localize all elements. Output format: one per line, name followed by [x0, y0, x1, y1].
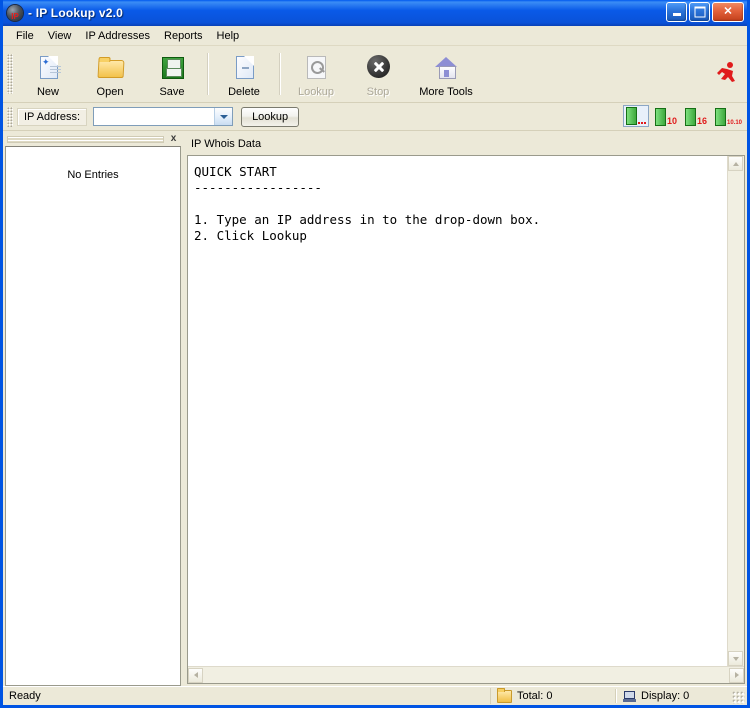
- status-total-label: Total: 0: [517, 690, 553, 702]
- close-icon[interactable]: x: [168, 134, 179, 145]
- globe-ip-icon: IP: [7, 5, 23, 21]
- scroll-down-button[interactable]: [728, 651, 743, 666]
- status-total: Total: 0: [491, 687, 615, 704]
- menu-item-ip-addresses[interactable]: IP Addresses: [78, 28, 157, 44]
- stop-circle-icon: [363, 54, 393, 82]
- stop-button-label: Stop: [366, 86, 390, 98]
- chevron-down-icon[interactable]: [214, 108, 233, 125]
- more-tools-button-label: More Tools: [419, 86, 473, 98]
- lookup-toolbar-button-label: Lookup: [297, 86, 335, 98]
- scroll-left-button[interactable]: [188, 667, 203, 683]
- status-display: Display: 0: [617, 688, 747, 704]
- address-toolbar: IP Address: Lookup 10 16 10.10: [3, 103, 747, 131]
- stop-button[interactable]: Stop: [347, 49, 409, 99]
- delete-button-label: Delete: [228, 86, 260, 98]
- close-button[interactable]: ✕: [712, 2, 744, 22]
- entries-empty-text: No Entries: [67, 169, 119, 181]
- open-button[interactable]: Open: [79, 49, 141, 99]
- open-folder-icon: [95, 54, 125, 82]
- house-icon: [431, 54, 461, 82]
- red-running-man-icon[interactable]: [713, 60, 741, 86]
- ip-address-combobox[interactable]: [93, 107, 234, 126]
- new-document-icon: ✦: [33, 54, 63, 82]
- content-area: x No Entries IP Whois Data QUICK START -…: [3, 131, 747, 686]
- bar-10-icon[interactable]: 10: [653, 105, 679, 127]
- entries-pane: x No Entries: [5, 133, 181, 686]
- save-button-label: Save: [159, 86, 185, 98]
- save-button[interactable]: Save: [141, 49, 203, 99]
- open-button-label: Open: [96, 86, 124, 98]
- status-message: Ready: [3, 688, 491, 704]
- new-button-label: New: [36, 86, 59, 98]
- toolbar-grip[interactable]: [7, 54, 13, 94]
- whois-pane-title: IP Whois Data: [191, 138, 262, 150]
- new-button[interactable]: ✦ New: [17, 49, 79, 99]
- menu-item-help[interactable]: Help: [210, 28, 247, 44]
- lookup-button[interactable]: Lookup: [241, 106, 300, 127]
- ip-address-label: IP Address:: [17, 107, 88, 126]
- entries-list[interactable]: No Entries: [5, 146, 181, 686]
- whois-pane: IP Whois Data QUICK START --------------…: [187, 133, 745, 686]
- window-controls: ✕: [666, 2, 744, 22]
- monitor-icon: [623, 690, 636, 702]
- magnifier-icon: [301, 54, 331, 82]
- lookup-toolbar-button[interactable]: Lookup: [285, 49, 347, 99]
- view-mode-icons: 10 16 10.10: [623, 105, 742, 127]
- maximize-button[interactable]: [689, 2, 710, 22]
- toolbar-separator: [279, 53, 281, 95]
- whois-horizontal-scrollbar[interactable]: [188, 666, 744, 683]
- resize-grip[interactable]: [732, 691, 745, 704]
- bar-10-10-icon[interactable]: 10.10: [713, 105, 742, 127]
- minimize-button[interactable]: [666, 2, 687, 22]
- whois-text-frame: QUICK START ----------------- 1. Type an…: [187, 155, 745, 684]
- delete-button[interactable]: Delete: [213, 49, 275, 99]
- save-floppy-icon: [157, 54, 187, 82]
- menu-item-view[interactable]: View: [41, 28, 79, 44]
- bar-16-icon[interactable]: 16: [683, 105, 709, 127]
- status-bar: Ready Total: 0 Display: 0: [3, 686, 747, 705]
- delete-document-icon: [229, 54, 259, 82]
- scroll-up-button[interactable]: [728, 156, 743, 171]
- entries-pane-grip[interactable]: [7, 136, 164, 143]
- address-toolbar-grip[interactable]: [7, 106, 13, 127]
- bar-dots-icon[interactable]: [623, 105, 649, 127]
- entries-pane-caption: x: [5, 133, 181, 146]
- whois-text[interactable]: QUICK START ----------------- 1. Type an…: [188, 156, 727, 666]
- menu-item-file[interactable]: File: [9, 28, 41, 44]
- window-title: - IP Lookup v2.0: [28, 6, 123, 20]
- whois-vertical-scrollbar[interactable]: [727, 156, 744, 666]
- application-window: IP - IP Lookup v2.0 ✕ File View IP Addre…: [0, 0, 750, 708]
- more-tools-button[interactable]: More Tools: [409, 49, 483, 99]
- folder-icon: [497, 687, 512, 703]
- scroll-right-button[interactable]: [729, 667, 744, 683]
- menu-bar: File View IP Addresses Reports Help: [3, 26, 747, 46]
- ip-address-input[interactable]: [94, 108, 215, 125]
- main-toolbar: ✦ New Open Save Delete Lookup Stop More …: [3, 46, 747, 103]
- title-bar: IP - IP Lookup v2.0 ✕: [3, 0, 747, 26]
- status-display-label: Display: 0: [641, 690, 690, 702]
- toolbar-separator: [207, 53, 209, 95]
- menu-item-reports[interactable]: Reports: [157, 28, 210, 44]
